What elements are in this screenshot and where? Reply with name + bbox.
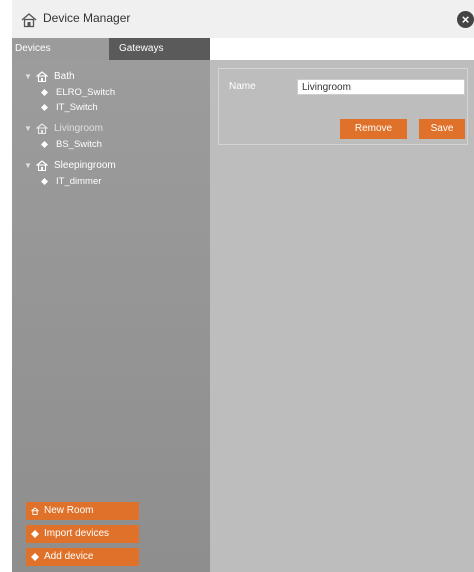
tab-devices[interactable]: Devices: [12, 38, 109, 60]
house-icon: [36, 123, 48, 134]
tree-room-bath[interactable]: ▼ Bath: [12, 68, 210, 85]
device-icon: [41, 104, 48, 111]
new-room-button[interactable]: New Room: [26, 502, 139, 520]
device-icon: [41, 141, 48, 148]
house-icon: [36, 160, 48, 171]
tab-gateways[interactable]: Gateways: [109, 38, 210, 60]
close-icon: ×: [461, 12, 470, 27]
device-icon: [31, 530, 39, 538]
sidebar: ▼ Bath ELRO_Switch IT_Switch ▼ Livingroo…: [12, 60, 210, 572]
collapse-arrow-icon[interactable]: ▼: [24, 157, 32, 174]
tree-room-livingroom[interactable]: ▼ Livingroom: [12, 120, 210, 137]
room-label: Livingroom: [54, 123, 103, 134]
tree-device-elro-switch[interactable]: ELRO_Switch: [12, 85, 210, 100]
window-title: Device Manager: [43, 11, 131, 25]
tree-device-it-switch[interactable]: IT_Switch: [12, 100, 210, 115]
collapse-arrow-icon[interactable]: ▼: [24, 68, 32, 85]
device-label: BS_Switch: [56, 139, 102, 150]
close-button[interactable]: ×: [457, 11, 474, 28]
tree-room-sleepingroom[interactable]: ▼ Sleepingroom: [12, 157, 210, 174]
import-devices-button[interactable]: Import devices: [26, 525, 139, 543]
import-devices-label: Import devices: [44, 528, 110, 539]
device-manager-window: Device Manager × Devices Gateways ▼ Bath: [12, 0, 474, 572]
save-button[interactable]: Save: [419, 119, 465, 139]
device-label: ELRO_Switch: [56, 87, 116, 98]
room-label: Sleepingroom: [54, 160, 116, 171]
house-icon: [21, 13, 37, 28]
title-bar: Device Manager ×: [12, 0, 474, 38]
collapse-arrow-icon[interactable]: ▼: [24, 120, 32, 137]
remove-button[interactable]: Remove: [340, 119, 407, 139]
device-tree: ▼ Bath ELRO_Switch IT_Switch ▼ Livingroo…: [12, 68, 210, 194]
add-device-button[interactable]: Add device: [26, 548, 139, 566]
tree-device-bs-switch[interactable]: BS_Switch: [12, 137, 210, 152]
device-icon: [41, 178, 48, 185]
device-icon: [31, 553, 39, 561]
add-device-label: Add device: [44, 551, 94, 562]
name-field[interactable]: [297, 79, 465, 95]
device-label: IT_Switch: [56, 102, 98, 113]
name-label: Name: [229, 81, 256, 92]
house-icon: [36, 71, 48, 82]
room-group-bath: ▼ Bath ELRO_Switch IT_Switch: [12, 68, 210, 115]
content-header: [210, 38, 474, 60]
house-icon: [31, 507, 39, 515]
room-group-livingroom: ▼ Livingroom BS_Switch: [12, 120, 210, 152]
room-detail-panel: Name Remove Save: [218, 68, 468, 145]
tree-device-it-dimmer[interactable]: IT_dimmer: [12, 174, 210, 189]
tab-bar: Devices Gateways: [12, 38, 210, 60]
room-label: Bath: [54, 71, 75, 82]
new-room-label: New Room: [44, 505, 94, 516]
device-icon: [41, 89, 48, 96]
device-label: IT_dimmer: [56, 176, 102, 187]
room-group-sleepingroom: ▼ Sleepingroom IT_dimmer: [12, 157, 210, 189]
